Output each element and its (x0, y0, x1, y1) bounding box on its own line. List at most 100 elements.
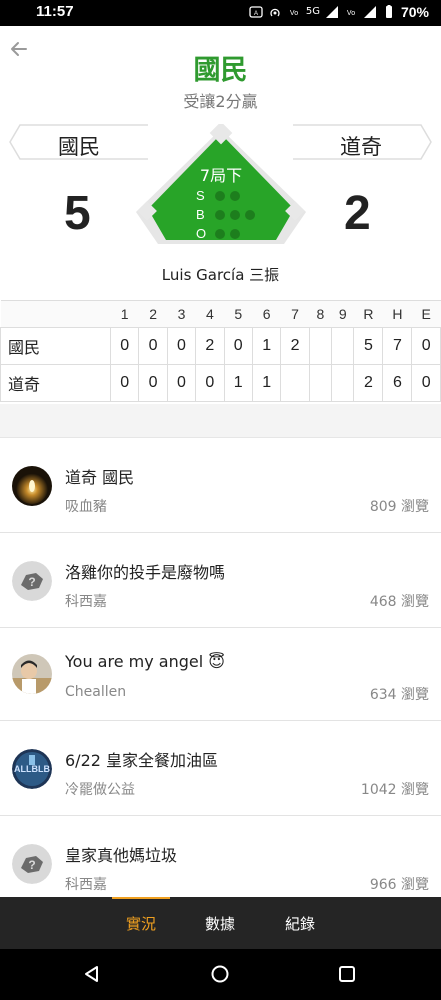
photo-avatar (12, 654, 52, 694)
post-title[interactable]: 道奇 國民 (65, 464, 134, 488)
strike-dot (215, 190, 225, 201)
list-item[interactable]: ALLBLB 6/22 皇家全餐加油區 冷罷做公益 1042 瀏覽 (0, 721, 441, 816)
hits-cell: 7 (382, 327, 413, 365)
post-title[interactable]: 6/22 皇家全餐加油區 (65, 747, 218, 771)
sbo-count: S B O (196, 186, 255, 243)
section-divider (0, 404, 441, 438)
last-play-text: Luis García 三振 (161, 266, 280, 284)
post-title[interactable]: 洛雞你的投手是廢物嗎 (65, 559, 225, 583)
status-icons: A Vo 5G Vo 70% (249, 4, 429, 20)
post-title[interactable]: 皇家真他媽垃圾 (65, 842, 177, 866)
post-views: 966 瀏覽 (369, 877, 429, 893)
ball-row: B (196, 205, 255, 224)
score-cell: 1 (251, 327, 282, 365)
auto-brightness-icon: A (249, 6, 263, 18)
bottom-tab-bar: 實況 數據 紀錄 (0, 897, 441, 949)
spread-result: 受讓2分贏 (183, 92, 258, 111)
nav-home-icon[interactable] (210, 964, 230, 984)
ball-dot (245, 209, 255, 220)
inning-indicator: 7局下 (199, 166, 243, 185)
out-label: O (196, 226, 207, 241)
tab-stats[interactable]: 數據 (205, 913, 235, 934)
inning-header: 2 (138, 300, 168, 328)
post-views: 1042 瀏覽 (360, 782, 429, 798)
post-list: 道奇 國民 吸血豬 809 瀏覽 ? 洛雞你的投手是廢物嗎 科西嘉 468 瀏覽… (0, 438, 441, 911)
errors-cell: 0 (411, 327, 441, 365)
score-cell: 1 (251, 364, 282, 402)
volte-icon-2: Vo (347, 10, 355, 17)
inning-header: 9 (331, 300, 354, 328)
score-cell: 0 (138, 364, 168, 402)
box-score-corner (0, 300, 111, 328)
strike-row: S (196, 186, 255, 205)
score-cell: 0 (109, 327, 140, 365)
inning-header: 8 (309, 300, 332, 328)
inning-header: 5 (224, 300, 253, 328)
away-team-name[interactable]: 國民 (58, 131, 100, 161)
score-cell: 0 (138, 327, 168, 365)
table-row: 國民 0 0 0 2 0 1 2 5 7 0 (0, 327, 441, 365)
post-author: Cheallen (65, 684, 127, 700)
status-time: 11:57 (36, 3, 74, 20)
hotspot-icon (270, 8, 280, 17)
score-cell: 0 (166, 364, 197, 402)
ball-label: B (196, 207, 205, 222)
row-team-name: 道奇 (0, 364, 111, 402)
svg-text:Vo: Vo (290, 10, 298, 17)
list-item[interactable]: ? 洛雞你的投手是廢物嗎 科西嘉 468 瀏覽 (0, 533, 441, 628)
errors-cell: 0 (411, 364, 441, 402)
favored-team: 國民 (193, 55, 248, 86)
nav-recents-icon[interactable] (337, 964, 357, 984)
candle-avatar (12, 466, 52, 506)
table-row: 道奇 0 0 0 0 1 1 2 6 0 (0, 364, 441, 402)
row-team-name: 國民 (0, 327, 111, 365)
default-avatar-icon: ? (12, 844, 52, 884)
score-cell: 0 (195, 364, 225, 402)
out-row: O (196, 224, 255, 243)
status-bar: 11:57 A Vo 5G Vo 70% (0, 0, 441, 26)
inning-header: 1 (110, 300, 139, 328)
svg-text:?: ? (28, 858, 35, 872)
battery-percent: 70% (400, 4, 429, 20)
strike-dot (230, 190, 240, 201)
svg-text:ALLBLB: ALLBLB (14, 764, 50, 774)
post-author: 科西嘉 (65, 594, 107, 610)
svg-text:A: A (254, 11, 258, 17)
home-team-name[interactable]: 道奇 (340, 131, 382, 161)
inning-header: 4 (195, 300, 225, 328)
runs-cell: 2 (353, 364, 384, 402)
strike-label: S (196, 188, 205, 203)
out-dot (230, 228, 240, 239)
hits-header: H (382, 300, 412, 328)
post-author: 科西嘉 (65, 877, 107, 893)
inning-header: 3 (167, 300, 196, 328)
score-cell: 1 (223, 364, 253, 402)
inning-header: 6 (252, 300, 281, 328)
home-team-score: 2 (344, 187, 371, 240)
out-dot (215, 228, 225, 239)
score-cell (308, 364, 333, 402)
post-views: 468 瀏覽 (369, 594, 429, 610)
score-cell: 0 (166, 327, 197, 365)
base-diamond: 7局下 S B O (134, 121, 308, 254)
svg-text:Vo: Vo (347, 10, 355, 17)
nav-back-icon[interactable] (82, 964, 102, 984)
score-cell (331, 364, 355, 402)
post-title[interactable]: You are my angel 😇 (65, 652, 225, 671)
errors-header: E (411, 300, 441, 328)
runs-header: R (353, 300, 383, 328)
list-item[interactable]: 道奇 國民 吸血豬 809 瀏覽 (0, 438, 441, 533)
post-views: 809 瀏覽 (369, 499, 429, 515)
tab-records[interactable]: 紀錄 (285, 913, 315, 934)
signal-icon (325, 6, 338, 18)
score-cell (331, 327, 355, 365)
system-nav-bar (0, 949, 441, 1000)
tab-live[interactable]: 實況 (126, 913, 156, 934)
away-team-score: 5 (64, 187, 91, 240)
runs-cell: 5 (353, 327, 384, 365)
ball-dot (215, 209, 225, 220)
svg-text:?: ? (28, 575, 35, 589)
list-item[interactable]: You are my angel 😇 Cheallen 634 瀏覽 (0, 628, 441, 721)
volte-icon: Vo (290, 10, 298, 17)
default-avatar-icon: ? (12, 561, 52, 601)
